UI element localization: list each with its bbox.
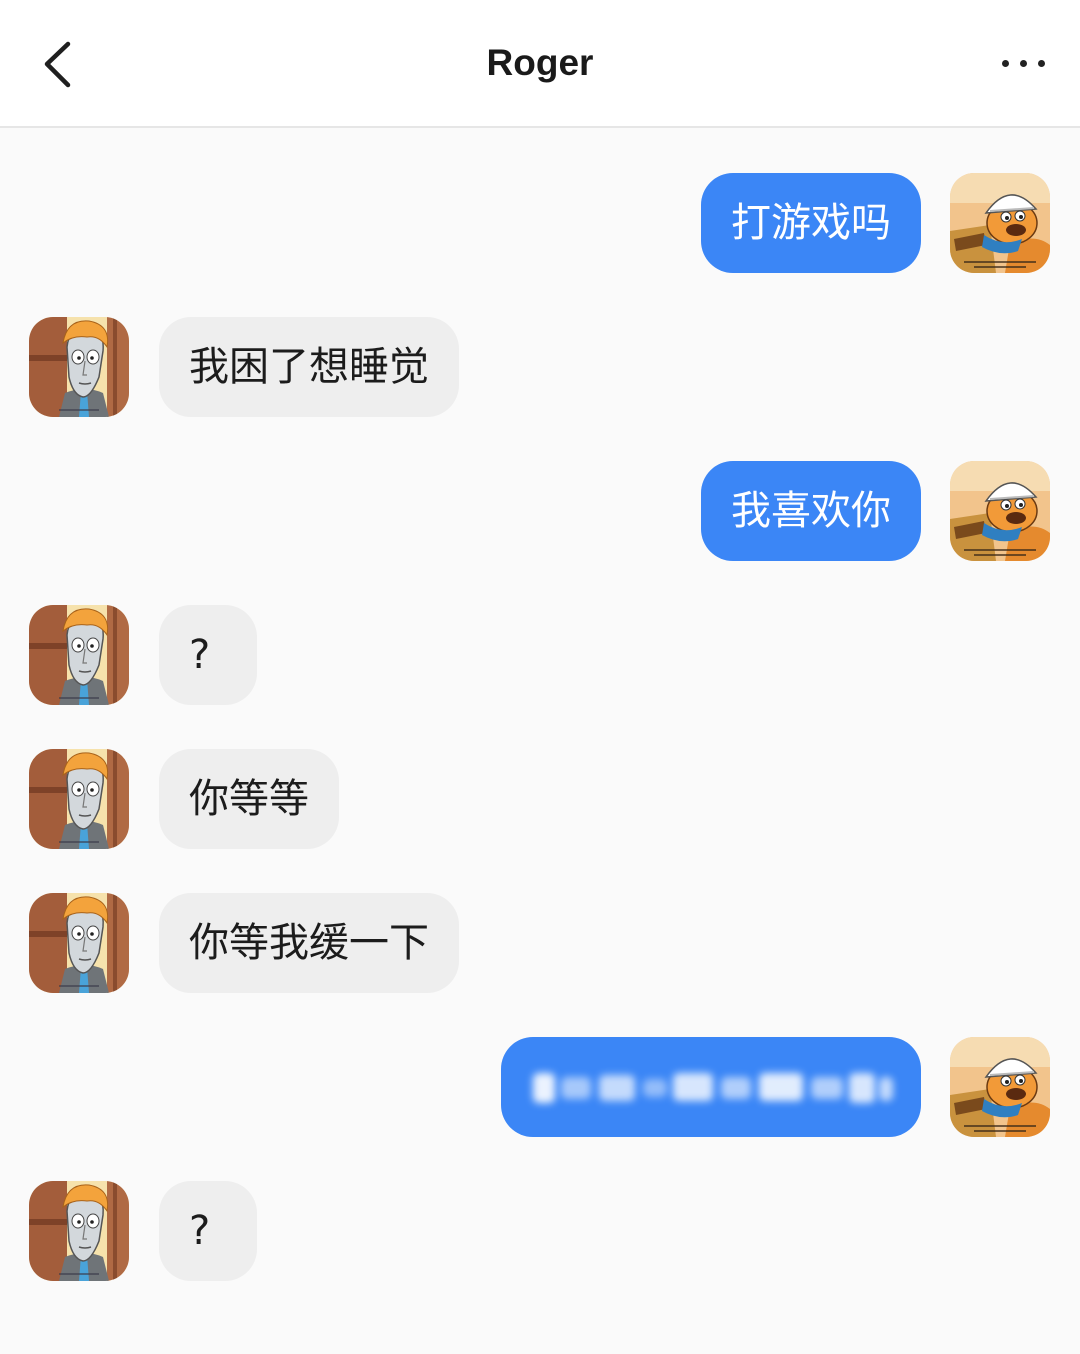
message-text: 我困了想睡觉 xyxy=(189,344,429,390)
chat-title: Roger xyxy=(486,42,594,83)
orange-hair-cartoon-character-avatar-icon xyxy=(29,605,129,705)
more-horizontal-icon xyxy=(1001,59,1009,67)
blurred-text xyxy=(849,1073,875,1103)
message-text: 你等等 xyxy=(189,776,309,822)
more-horizontal-icon xyxy=(1037,59,1045,67)
contact-avatar[interactable] xyxy=(29,317,129,417)
blurred-text xyxy=(643,1079,667,1097)
blurred-text xyxy=(721,1077,751,1099)
message-text: ? xyxy=(189,632,211,678)
blurred-text xyxy=(599,1075,635,1101)
blurred-text xyxy=(811,1077,843,1099)
blurred-text xyxy=(879,1077,893,1101)
more-options-button[interactable] xyxy=(993,44,1053,82)
incoming-message-row: ? xyxy=(0,1181,1080,1281)
contact-avatar[interactable] xyxy=(29,749,129,849)
orange-hair-cartoon-character-avatar-icon xyxy=(29,1181,129,1281)
chevron-left-icon xyxy=(44,41,71,88)
blurred-text xyxy=(759,1073,803,1101)
blurred-message-bubble[interactable] xyxy=(501,1037,921,1137)
my-avatar[interactable] xyxy=(950,1037,1050,1137)
orange-hair-cartoon-character-avatar-icon xyxy=(29,749,129,849)
blurred-text xyxy=(561,1077,591,1099)
message-bubble[interactable]: 我困了想睡觉 xyxy=(159,317,459,417)
hardhat-cartoon-character-avatar-icon xyxy=(950,461,1050,561)
orange-hair-cartoon-character-avatar-icon xyxy=(29,317,129,417)
my-avatar[interactable] xyxy=(950,461,1050,561)
outgoing-message-row: 我喜欢你 xyxy=(0,461,1080,561)
contact-avatar[interactable] xyxy=(29,605,129,705)
incoming-message-row: ? xyxy=(0,605,1080,705)
blurred-text xyxy=(533,1073,555,1103)
message-text: 我喜欢你 xyxy=(731,488,891,534)
message-bubble[interactable]: 我喜欢你 xyxy=(701,461,921,561)
message-text: 打游戏吗 xyxy=(731,200,891,246)
message-list[interactable]: 打游戏吗 我困了想睡觉 我喜欢你 ? 你等等 你等我缓一下 ? xyxy=(0,128,1080,1281)
hardhat-cartoon-character-avatar-icon xyxy=(950,173,1050,273)
message-bubble[interactable]: 你等等 xyxy=(159,749,339,849)
message-bubble[interactable]: ? xyxy=(159,1181,257,1281)
incoming-message-row: 你等我缓一下 xyxy=(0,893,1080,993)
incoming-message-row: 你等等 xyxy=(0,749,1080,849)
message-bubble[interactable]: 打游戏吗 xyxy=(701,173,921,273)
my-avatar[interactable] xyxy=(950,173,1050,273)
message-text: 你等我缓一下 xyxy=(189,920,429,966)
message-bubble[interactable]: ? xyxy=(159,605,257,705)
more-horizontal-icon xyxy=(1019,59,1027,67)
chat-header: Roger xyxy=(0,0,1080,128)
contact-avatar[interactable] xyxy=(29,1181,129,1281)
incoming-message-row: 我困了想睡觉 xyxy=(0,317,1080,417)
message-text: ? xyxy=(189,1208,211,1254)
hardhat-cartoon-character-avatar-icon xyxy=(950,1037,1050,1137)
orange-hair-cartoon-character-avatar-icon xyxy=(29,893,129,993)
outgoing-message-row: 打游戏吗 xyxy=(0,173,1080,273)
outgoing-message-row xyxy=(0,1037,1080,1137)
back-button[interactable] xyxy=(30,30,90,98)
message-bubble[interactable]: 你等我缓一下 xyxy=(159,893,459,993)
blurred-text xyxy=(673,1073,713,1101)
contact-avatar[interactable] xyxy=(29,893,129,993)
